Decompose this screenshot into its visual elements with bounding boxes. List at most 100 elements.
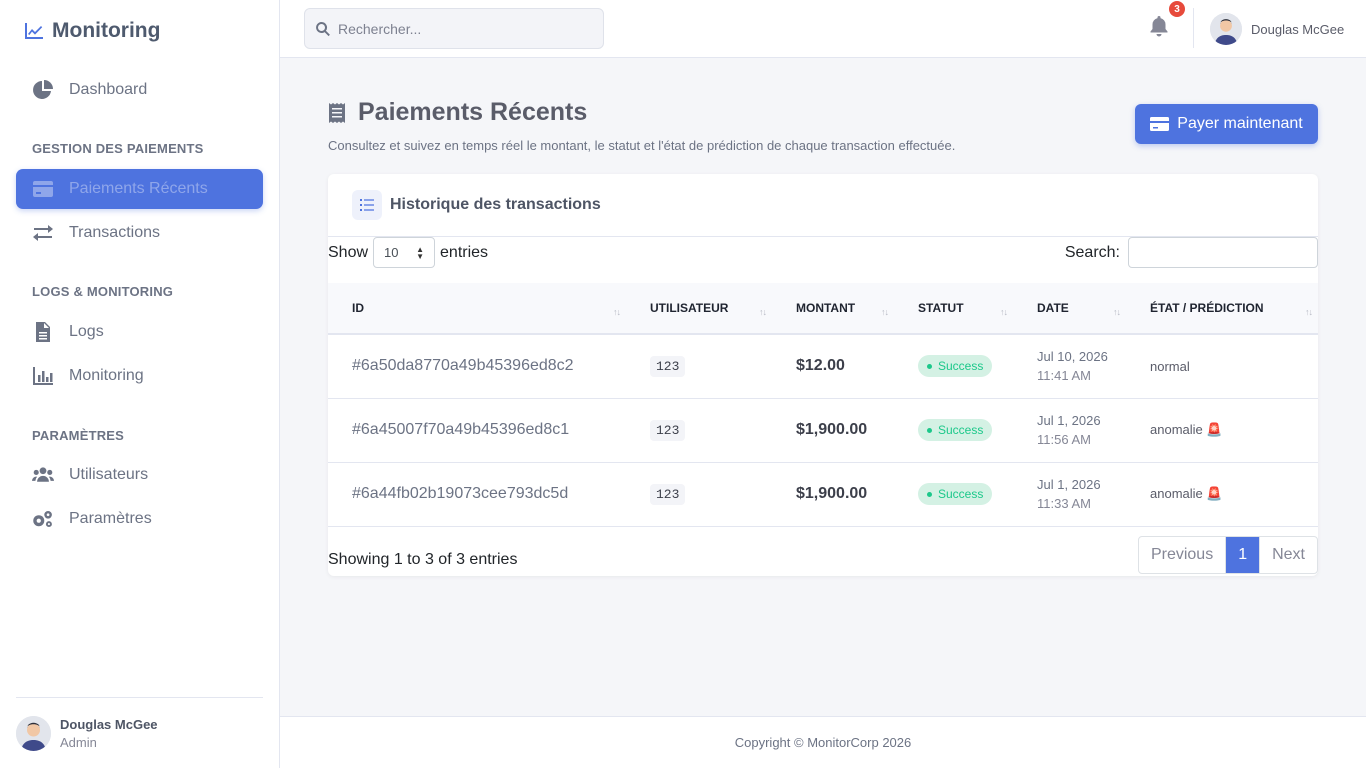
sidebar-user[interactable]: Douglas McGee Admin [16, 716, 158, 751]
pay-now-button[interactable]: Payer maintenant [1135, 104, 1318, 144]
topbar: 3 Douglas McGee [280, 0, 1366, 58]
chart-line-icon [25, 23, 43, 39]
topbar-user-name: Douglas McGee [1251, 21, 1345, 37]
status-badge: Success [918, 483, 993, 505]
cell-prediction: normal [1126, 334, 1318, 399]
date-text: Jul 1, 2026 [1037, 413, 1101, 428]
cell-amount: $1,900.00 [772, 462, 894, 527]
sidebar: Monitoring Dashboard GESTION DES PAIEMEN… [0, 0, 280, 768]
page-title-text: Paiements Récents [358, 98, 588, 126]
pagination-previous[interactable]: Previous [1139, 537, 1227, 573]
date-text: Jul 1, 2026 [1037, 477, 1101, 492]
sidebar-item-label: Transactions [69, 224, 160, 241]
cell-amount: $12.00 [772, 334, 894, 399]
sidebar-item-monitoring[interactable]: Monitoring [16, 356, 263, 396]
table-row[interactable]: #6a44fb02b19073cee793dc5d 123 $1,900.00 … [328, 462, 1318, 527]
sidebar-item-label: Dashboard [69, 81, 148, 98]
pagination-next[interactable]: Next [1260, 537, 1317, 573]
status-text: Success [938, 423, 984, 437]
page-header: Paiements Récents Consultez et suivez en… [328, 98, 955, 153]
avatar [1210, 13, 1242, 45]
sidebar-item-transactions[interactable]: Transactions [16, 213, 263, 253]
cell-status: Success [894, 462, 1013, 527]
pagination-page-1[interactable]: 1 [1226, 537, 1261, 573]
cell-user: 123 [626, 462, 772, 527]
column-header-date[interactable]: DATE ↑↓ [1013, 283, 1126, 335]
status-dot-icon [927, 427, 932, 433]
page-footer: Copyright © MonitorCorp 2026 [280, 716, 1366, 768]
time-text: 11:56 AM [1037, 432, 1091, 447]
column-label: ID [352, 301, 364, 315]
receipt-icon [329, 102, 345, 123]
cell-user: 123 [626, 334, 772, 399]
sidebar-item-label: Monitoring [69, 367, 144, 384]
column-header-prediction[interactable]: ÉTAT / PRÉDICTION ↑↓ [1126, 283, 1318, 335]
entries-length: Show 10 ▲ ▼ entries [328, 237, 488, 268]
cell-status: Success [894, 334, 1013, 399]
search-input[interactable] [338, 20, 588, 37]
sort-icon: ↑↓ [1305, 307, 1313, 317]
sort-icon: ↑↓ [1113, 307, 1121, 317]
topbar-user-menu[interactable]: Douglas McGee [1210, 13, 1344, 45]
exchange-icon [32, 222, 54, 244]
credit-card-icon [32, 178, 54, 200]
status-dot-icon [927, 363, 932, 369]
sidebar-footer: Douglas McGee Admin [16, 697, 263, 768]
user-role: Admin [60, 735, 97, 750]
cell-id: #6a45007f70a49b45396ed8c1 [328, 398, 626, 463]
transactions-card: Historique des transactions Show 10 ▲ ▼ e… [328, 174, 1318, 576]
cell-id: #6a44fb02b19073cee793dc5d [328, 462, 626, 527]
column-label: DATE [1037, 301, 1069, 315]
credit-card-icon [1150, 117, 1170, 131]
column-label: ÉTAT / PRÉDICTION [1150, 301, 1264, 315]
section-title: PARAMÈTRES [32, 428, 125, 443]
user-name: Douglas McGee [60, 717, 158, 732]
table-search-input[interactable] [1128, 237, 1318, 268]
column-label: MONTANT [796, 301, 856, 315]
table-search-label: Search: [1064, 243, 1120, 261]
column-header-amount[interactable]: MONTANT ↑↓ [772, 283, 894, 335]
column-label: UTILISATEUR [650, 301, 729, 315]
sidebar-item-dashboard[interactable]: Dashboard [16, 70, 263, 110]
sidebar-item-label: Logs [69, 323, 104, 340]
select-arrows-icon: ▲ ▼ [416, 245, 425, 261]
status-text: Success [938, 487, 984, 501]
avatar [16, 716, 51, 751]
brand[interactable]: Monitoring [24, 19, 160, 43]
card-header: Historique des transactions [328, 174, 1318, 237]
cell-date: Jul 10, 2026 11:41 AM [1013, 334, 1126, 399]
sidebar-item-paiements-recents[interactable]: Paiements Récents [16, 169, 263, 209]
section-title: LOGS & MONITORING [32, 284, 174, 299]
cell-id: #6a50da8770a49b45396ed8c2 [328, 334, 626, 399]
bell-icon [1150, 16, 1168, 37]
cell-prediction: anomalie 🚨 [1126, 462, 1318, 527]
table-row[interactable]: #6a50da8770a49b45396ed8c2 123 $12.00 Suc… [328, 334, 1318, 399]
page-subtitle: Consultez et suivez en temps réel le mon… [328, 138, 956, 153]
cell-date: Jul 1, 2026 11:33 AM [1013, 462, 1126, 527]
column-header-status[interactable]: STATUT ↑↓ [894, 283, 1013, 335]
card-title: Historique des transactions [390, 196, 601, 213]
copyright: Copyright © MonitorCorp 2026 [734, 735, 912, 750]
time-text: 11:41 AM [1037, 368, 1091, 384]
column-header-id[interactable]: ID ↑↓ [328, 283, 626, 335]
notifications-button[interactable] [1148, 15, 1172, 41]
entries-select[interactable]: 10 ▲ ▼ [373, 237, 436, 268]
cell-user: 123 [626, 398, 772, 463]
sidebar-item-utilisateurs[interactable]: Utilisateurs [16, 455, 263, 495]
column-header-user[interactable]: UTILISATEUR ↑↓ [626, 283, 772, 335]
status-badge: Success [918, 355, 993, 378]
show-label: Show [328, 243, 369, 261]
column-label: STATUT [918, 301, 964, 315]
sidebar-item-label: Paramètres [69, 510, 152, 527]
table-footer: Showing 1 to 3 of 3 entries Previous 1 N… [328, 527, 1318, 576]
pay-now-label: Payer maintenant [1177, 115, 1303, 132]
sidebar-item-label: Paiements Récents [69, 180, 208, 197]
table-row[interactable]: #6a45007f70a49b45396ed8c1 123 $1,900.00 … [328, 398, 1318, 463]
table-info: Showing 1 to 3 of 3 entries [328, 551, 518, 568]
sidebar-item-logs[interactable]: Logs [16, 312, 263, 352]
sidebar-item-parametres[interactable]: Paramètres [16, 499, 263, 539]
status-badge: Success [918, 419, 993, 441]
table-search: Search: [1065, 237, 1318, 268]
file-icon [32, 321, 54, 343]
search-box [304, 8, 604, 49]
